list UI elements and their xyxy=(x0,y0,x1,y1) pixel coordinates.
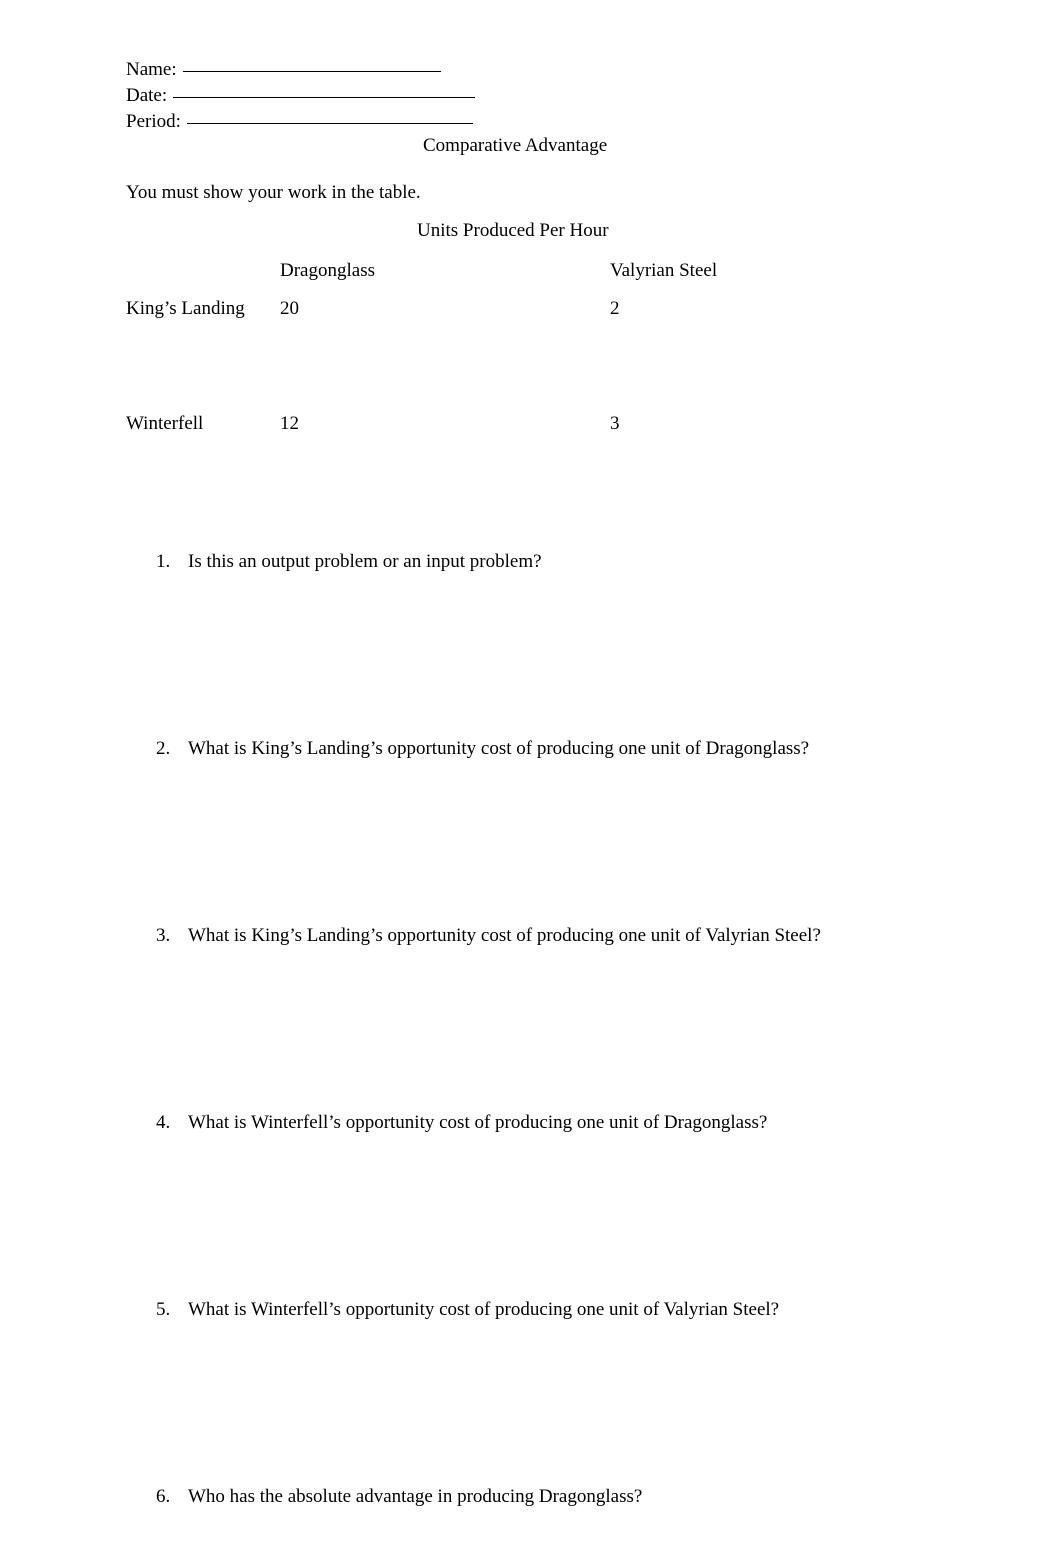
table-caption: Units Produced Per Hour xyxy=(417,220,609,241)
page-title: Comparative Advantage xyxy=(423,135,608,156)
question-text: What is King’s Landing’s opportunity cos… xyxy=(188,738,810,759)
question-text: Who has the absolute advantage in produc… xyxy=(188,1486,643,1507)
name-field-row: Name: xyxy=(126,57,686,83)
question-text: What is Winterfell’s opportunity cost of… xyxy=(188,1112,768,1133)
row-label-winterfell: Winterfell xyxy=(126,413,204,434)
row-label-kings-landing: King’s Landing xyxy=(126,298,245,319)
question-text: Is this an output problem or an input pr… xyxy=(188,551,542,572)
date-field-row: Date: xyxy=(126,83,686,109)
question-number: 2. xyxy=(156,738,171,759)
table-header-row: Dragonglass Valyrian Steel xyxy=(126,259,926,297)
student-info-block: Name: Date: Period: xyxy=(126,57,686,135)
question-number: 6. xyxy=(156,1486,171,1507)
period-field-label: Period: xyxy=(126,111,181,132)
table-row: Winterfell 12 3 xyxy=(126,412,926,436)
question-number: 5. xyxy=(156,1299,171,1320)
question-number: 4. xyxy=(156,1112,171,1133)
question-list: 1. Is this an output problem or an input… xyxy=(156,550,1036,1507)
table-corner-header xyxy=(126,259,280,297)
cell-winterfell-dragonglass: 12 xyxy=(280,413,299,434)
question-number: 3. xyxy=(156,925,171,946)
question-text: What is Winterfell’s opportunity cost of… xyxy=(188,1299,780,1320)
list-item: 1. Is this an output problem or an input… xyxy=(156,550,1036,737)
cell-kings-landing-dragonglass: 20 xyxy=(280,298,299,319)
name-field-label: Name: xyxy=(126,59,177,80)
period-field-row: Period: xyxy=(126,109,686,135)
date-field-input[interactable] xyxy=(173,97,476,98)
question-number: 1. xyxy=(156,551,171,572)
worksheet-page: Name: Date: Period: Comparative Advantag… xyxy=(0,0,1062,1561)
list-item: 5. What is Winterfell’s opportunity cost… xyxy=(156,1298,1036,1485)
question-text: What is King’s Landing’s opportunity cos… xyxy=(188,925,821,946)
column-header-valyrian-steel: Valyrian Steel xyxy=(610,260,718,281)
date-field-label: Date: xyxy=(126,85,168,106)
list-item: 2. What is King’s Landing’s opportunity … xyxy=(156,737,1036,924)
table-row: King’s Landing 20 2 xyxy=(126,297,926,412)
units-produced-table: Dragonglass Valyrian Steel King’s Landin… xyxy=(126,259,926,436)
cell-kings-landing-valyrian-steel: 2 xyxy=(610,298,620,319)
list-item: 4. What is Winterfell’s opportunity cost… xyxy=(156,1111,1036,1298)
cell-winterfell-valyrian-steel: 3 xyxy=(610,413,620,434)
instruction-text: You must show your work in the table. xyxy=(126,182,421,203)
period-field-input[interactable] xyxy=(186,123,473,124)
name-field-input[interactable] xyxy=(182,71,441,72)
column-header-dragonglass: Dragonglass xyxy=(280,260,375,281)
list-item: 3. What is King’s Landing’s opportunity … xyxy=(156,924,1036,1111)
